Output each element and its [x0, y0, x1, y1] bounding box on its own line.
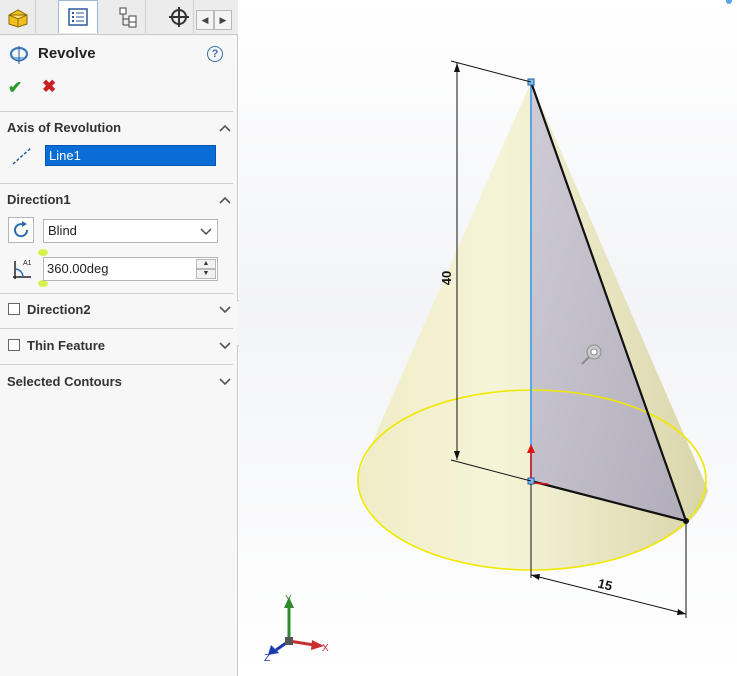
spin-up-button[interactable]: ▲ — [196, 259, 216, 269]
axis-line-icon — [12, 147, 32, 165]
reverse-direction-icon — [14, 221, 29, 238]
angle-icon: A1 — [13, 260, 32, 279]
section-selected-contours-title[interactable]: Selected Contours — [7, 374, 122, 389]
highlight-dot — [38, 280, 48, 287]
chevron-up-icon[interactable] — [219, 123, 231, 133]
tab-feature-manager[interactable] — [0, 0, 36, 33]
endpoint — [683, 518, 689, 524]
triad-x-label: X — [322, 643, 329, 654]
divider — [0, 364, 233, 365]
direction2-checkbox[interactable] — [8, 303, 20, 315]
divider — [0, 111, 233, 112]
dimxpert-icon — [168, 6, 189, 27]
height-dimension-label[interactable]: 40 — [439, 271, 454, 285]
chevron-down-icon — [200, 228, 212, 235]
chevron-down-icon[interactable] — [219, 305, 231, 315]
page-title: Revolve — [38, 45, 96, 62]
divider — [0, 293, 233, 294]
section-direction2-title[interactable]: Direction2 — [27, 302, 91, 317]
tab-dimxpert-manager[interactable] — [164, 0, 194, 33]
thin-feature-checkbox[interactable] — [8, 339, 20, 351]
help-icon[interactable]: ? — [207, 46, 223, 62]
svg-text:A1: A1 — [23, 260, 32, 267]
property-manager-panel: ◀ ▶ Revolve ? ✔ ✖ Axis of Revolution Lin… — [0, 0, 238, 676]
reverse-direction-button[interactable] — [8, 217, 34, 243]
chevron-down-icon[interactable] — [219, 341, 231, 351]
triad-y-label: Y — [285, 594, 292, 605]
manager-tabs: ◀ ▶ — [0, 0, 238, 35]
tab-property-manager[interactable] — [58, 0, 98, 33]
feature-manager-icon — [8, 8, 27, 28]
angle-value: 360.00deg — [47, 261, 109, 276]
section-thin-feature-title[interactable]: Thin Feature — [27, 338, 105, 353]
chevron-up-icon[interactable] — [219, 195, 231, 205]
spin-down-button[interactable]: ▼ — [196, 269, 216, 279]
property-manager-icon — [68, 8, 88, 26]
triad-z-label: Z — [264, 653, 270, 664]
configuration-manager-icon — [119, 7, 136, 27]
divider — [0, 183, 233, 184]
graphics-viewport[interactable]: 40 15 Y X Z — [239, 0, 737, 676]
tab-scroll-left-button[interactable]: ◀ — [196, 10, 214, 30]
axis-selection-field[interactable]: Line1 — [45, 145, 216, 166]
end-condition-select[interactable]: Blind — [43, 219, 218, 243]
origin-x-arrow — [533, 482, 549, 485]
cancel-button[interactable]: ✖ — [42, 77, 56, 97]
section-axis-title[interactable]: Axis of Revolution — [7, 120, 121, 135]
tab-scroll-right-button[interactable]: ▶ — [214, 10, 232, 30]
end-condition-value: Blind — [48, 223, 77, 238]
highlight-dot — [38, 249, 48, 256]
angle-input[interactable]: 360.00deg ▲ ▼ — [43, 257, 218, 281]
tab-configuration-manager[interactable] — [110, 0, 146, 33]
ok-button[interactable]: ✔ — [8, 78, 22, 98]
section-direction1-title[interactable]: Direction1 — [7, 192, 71, 207]
divider — [0, 328, 233, 329]
panel-header: Revolve ? — [0, 40, 238, 68]
revolve-icon — [9, 46, 29, 64]
chevron-down-icon[interactable] — [219, 377, 231, 387]
